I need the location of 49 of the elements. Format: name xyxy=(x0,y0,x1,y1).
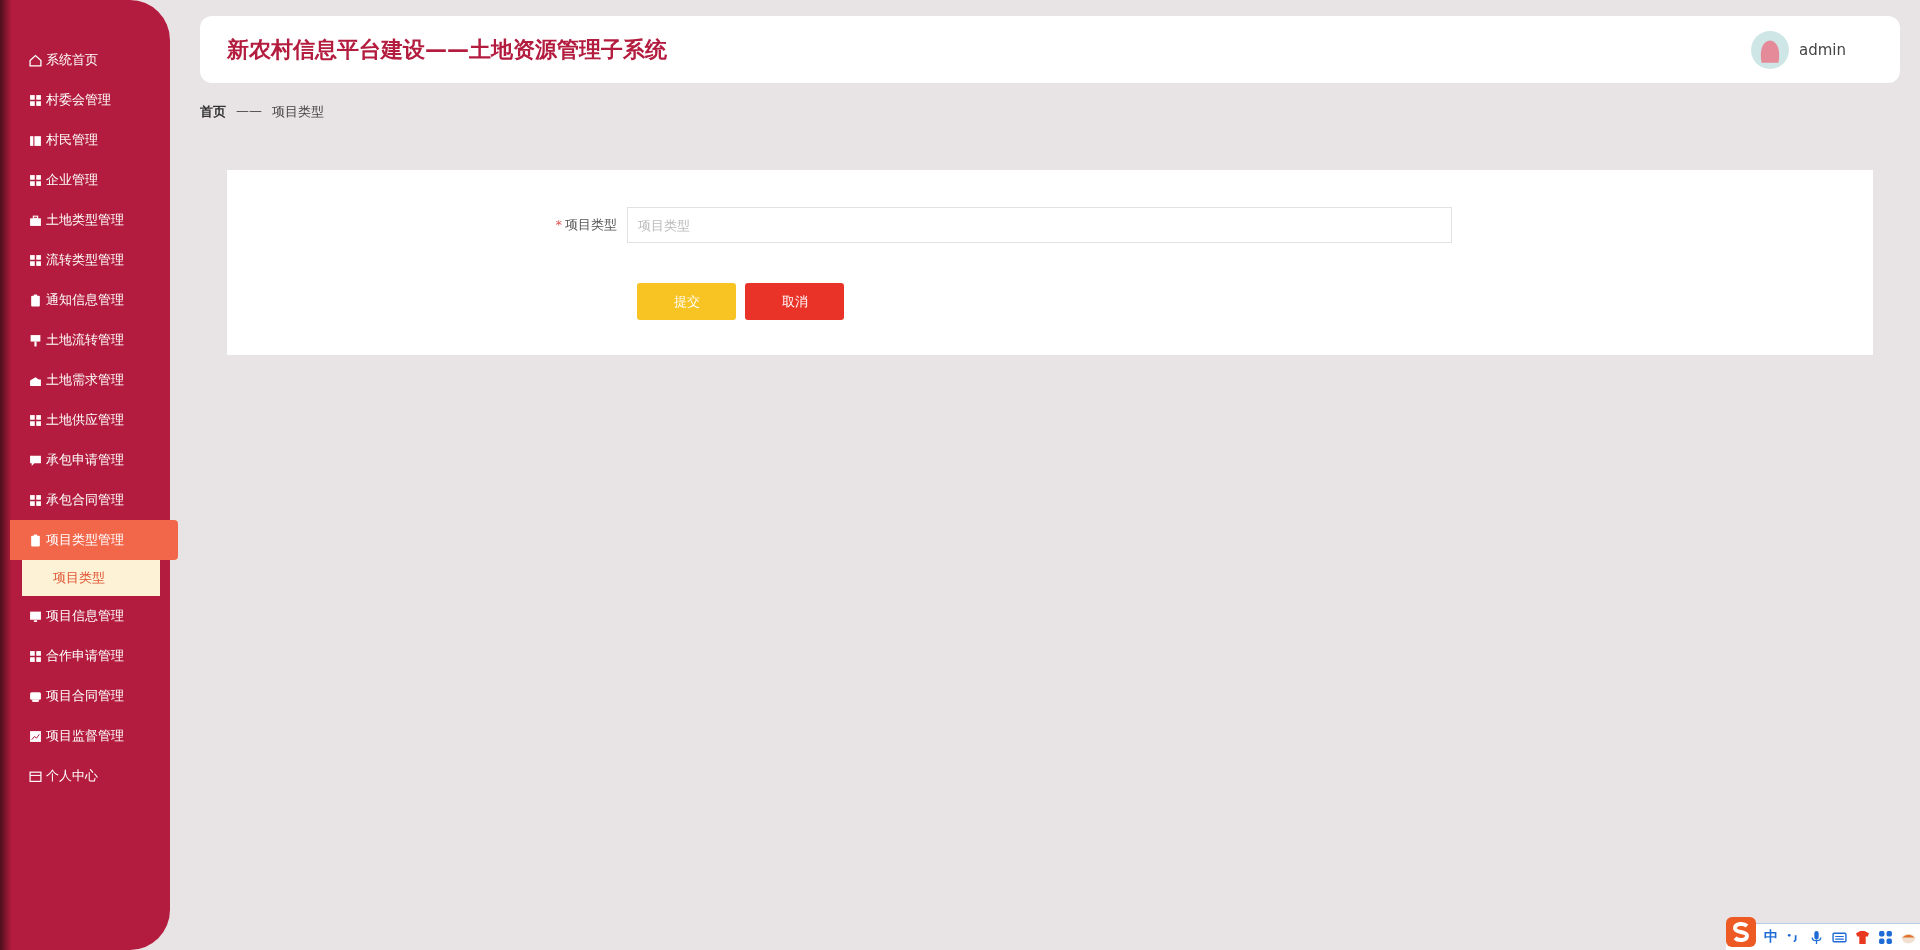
sign-icon xyxy=(29,333,42,347)
monitor-icon xyxy=(29,609,42,623)
breadcrumb-separator: —— xyxy=(236,103,262,120)
sidebar-item[interactable]: 土地需求管理 xyxy=(0,360,170,400)
grid-icon[interactable] xyxy=(1878,929,1893,945)
clip-icon xyxy=(29,293,42,307)
sidebar-item[interactable]: 流转类型管理 xyxy=(0,240,170,280)
sidebar-item[interactable]: 系统首页 xyxy=(0,40,170,80)
grid-icon xyxy=(29,93,42,107)
sidebar-item[interactable]: 个人中心 xyxy=(0,756,170,796)
submenu-item[interactable]: 项目类型 xyxy=(22,560,160,596)
grid-icon xyxy=(29,253,42,267)
grid-icon xyxy=(29,173,42,187)
sidebar-item[interactable]: 土地类型管理 xyxy=(0,200,170,240)
cancel-button[interactable]: 取消 xyxy=(745,283,844,320)
sidebar-item[interactable]: 土地流转管理 xyxy=(0,320,170,360)
sidebar-item[interactable]: 合作申请管理 xyxy=(0,636,170,676)
grid-icon xyxy=(29,649,42,663)
sidebar-item[interactable]: 项目合同管理 xyxy=(0,676,170,716)
sidebar-item[interactable]: 承包申请管理 xyxy=(0,440,170,480)
sidebar-item[interactable]: 项目信息管理 xyxy=(0,596,170,636)
chart-icon xyxy=(29,729,42,743)
breadcrumb-item: 项目类型 xyxy=(272,103,324,121)
print-icon xyxy=(29,689,42,703)
sidebar-item[interactable]: 村民管理 xyxy=(0,120,170,160)
sidebar-item[interactable]: 企业管理 xyxy=(0,160,170,200)
clipx-icon xyxy=(29,533,42,547)
sidebar-item[interactable]: 村委会管理 xyxy=(0,80,170,120)
sidebar-item[interactable]: 项目监督管理 xyxy=(0,716,170,756)
input-mode[interactable]: 中 xyxy=(1764,928,1778,946)
grid-icon xyxy=(29,493,42,507)
ime-logo-icon[interactable] xyxy=(1726,917,1756,947)
case-icon xyxy=(29,213,42,227)
book-icon xyxy=(29,133,42,147)
field-label: * 项目类型 xyxy=(554,216,618,234)
breadcrumb-item[interactable]: 首页 xyxy=(200,103,226,121)
grid-icon xyxy=(29,413,42,427)
shirt-icon[interactable] xyxy=(1855,929,1870,945)
sidebar-item[interactable]: 土地供应管理 xyxy=(0,400,170,440)
input-field[interactable]: 项目类型 xyxy=(627,207,1452,243)
sidebar-item[interactable]: 承包合同管理 xyxy=(0,480,170,520)
sidebar-item[interactable]: 通知信息管理 xyxy=(0,280,170,320)
required-mark: * xyxy=(555,217,562,232)
system-title: 新农村信息平台建设——土地资源管理子系统 xyxy=(227,35,667,64)
chat-icon xyxy=(29,453,42,467)
microphone-icon[interactable] xyxy=(1809,929,1824,945)
username[interactable]: admin xyxy=(1799,40,1846,59)
home-icon xyxy=(29,53,42,67)
card-icon xyxy=(29,769,42,783)
